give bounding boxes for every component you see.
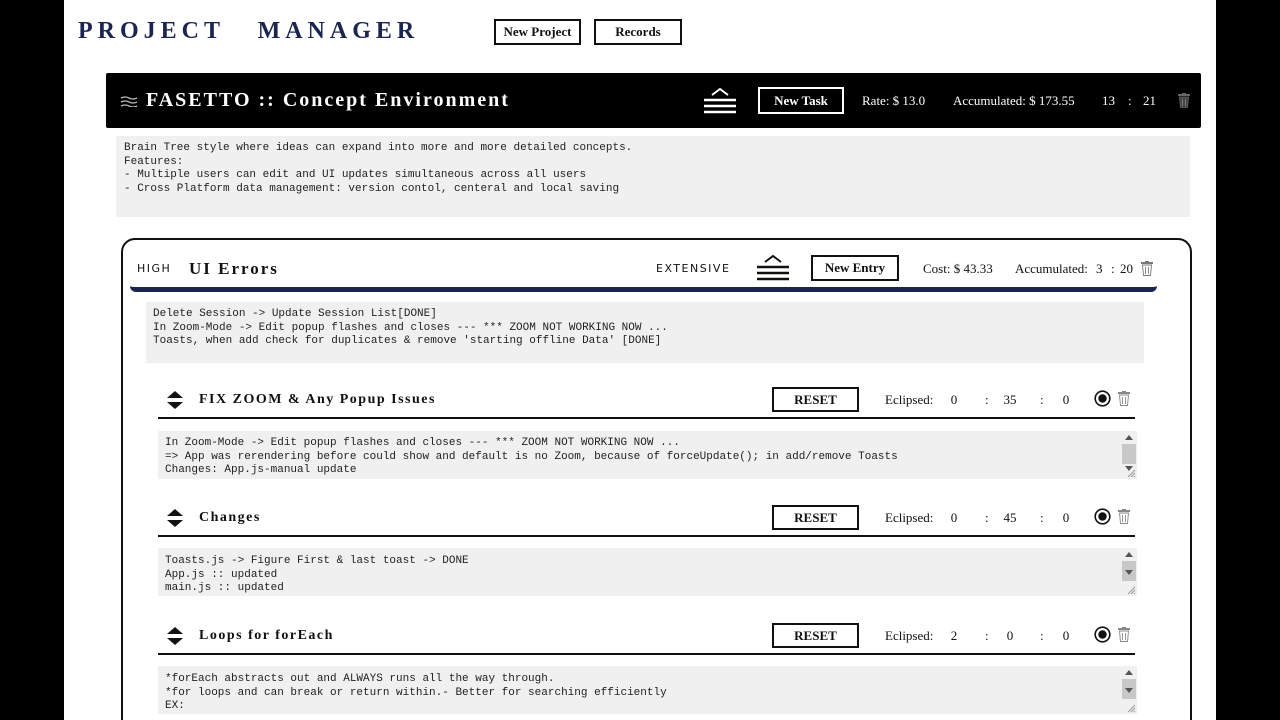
scroll-up-icon[interactable] [1125,434,1133,440]
elapsed-hours: 2 [950,628,958,643]
sort-arrows-icon[interactable] [166,626,184,646]
trash-icon[interactable] [1178,93,1190,108]
entry-notes[interactable]: *forEach abstracts out and ALWAYS runs a… [158,666,1121,714]
menu-lines-icon[interactable] [702,87,738,115]
trash-icon[interactable] [1118,509,1130,524]
new-entry-button[interactable]: New Entry [811,255,899,281]
elapsed-label: Eclipsed: [885,510,934,525]
project-rate: Rate: $ 13.0 [862,93,926,108]
project-minutes: 21 [1143,93,1156,108]
elapsed-minutes: 0 [1006,628,1014,643]
time-separator: : [985,628,989,643]
new-task-button[interactable]: New Task [758,87,844,114]
menu-lines-icon[interactable] [755,254,791,282]
trash-icon[interactable] [1118,391,1130,406]
sort-arrows-icon[interactable] [166,508,184,528]
entry-header: Changes RESET Eclipsed: 0 : 45 : 0 [158,501,1135,537]
reset-button[interactable]: RESET [772,505,859,530]
scroll-down-icon[interactable] [1125,570,1133,576]
entry-header: Loops for forEach RESET Eclipsed: 2 : 0 … [158,619,1135,655]
new-project-button[interactable]: New Project [494,19,581,45]
timer-toggle-icon[interactable] [1094,390,1111,407]
scroll-up-icon[interactable] [1125,551,1133,557]
elapsed-seconds: 0 [1062,392,1070,407]
section-time-separator: : [1111,261,1115,276]
reset-button[interactable]: RESET [772,387,859,412]
scroll-up-icon[interactable] [1125,669,1133,675]
scroll-thumb[interactable] [1122,444,1136,464]
timer-toggle-icon[interactable] [1094,626,1111,643]
time-separator: : [985,392,989,407]
entry-notes[interactable]: Toasts.js -> Figure First & last toast -… [158,548,1121,596]
project-hours: 13 [1102,93,1115,108]
reset-button[interactable]: RESET [772,623,859,648]
section-notes[interactable]: Delete Session -> Update Session List[DO… [146,302,1144,363]
elapsed-hours: 0 [950,392,958,407]
entry-header: FIX ZOOM & Any Popup Issues RESET Eclips… [158,383,1135,419]
entry-title: Loops for forEach [199,628,334,643]
entry-notes-wrapper: Toasts.js -> Figure First & last toast -… [158,548,1137,596]
section-title: UI Errors [189,259,279,278]
resize-grip-icon[interactable] [1127,469,1136,478]
elapsed-label: Eclipsed: [885,392,934,407]
trash-icon[interactable] [1118,627,1130,642]
project-accumulated: Accumulated: $ 173.55 [953,93,1075,108]
time-separator: : [1040,392,1044,407]
project-title: FASETTO :: Concept Environment [146,89,510,111]
project-header: FASETTO :: Concept Environment New Task … [106,73,1201,128]
entry-title: Changes [199,510,261,525]
time-separator: : [1040,628,1044,643]
trash-icon[interactable] [1141,261,1153,276]
section-cost: Cost: $ 43.33 [923,261,993,276]
sort-arrows-icon[interactable] [166,390,184,410]
section-hours: 3 [1096,261,1103,276]
resize-grip-icon[interactable] [1127,704,1136,713]
section-accumulated-label: Accumulated: [1015,261,1088,276]
entry-notes-wrapper: In Zoom-Mode -> Edit popup flashes and c… [158,431,1137,479]
elapsed-label: Eclipsed: [885,628,934,643]
priority-label: HIGH [137,262,172,275]
records-button[interactable]: Records [594,19,682,45]
elapsed-minutes: 35 [1003,392,1017,407]
effort-label: EXTENSIVE [656,262,731,275]
elapsed-seconds: 0 [1062,510,1070,525]
elapsed-minutes: 45 [1003,510,1017,525]
app-page: PROJECT MANAGER New Project Records FASE… [64,0,1216,720]
time-separator: : [985,510,989,525]
elapsed-hours: 0 [950,510,958,525]
entry-notes[interactable]: In Zoom-Mode -> Edit popup flashes and c… [158,431,1121,479]
wave-icon [120,96,138,107]
elapsed-seconds: 0 [1062,628,1070,643]
section-header: HIGH UI Errors EXTENSIVE New Entry Cost:… [130,252,1157,292]
time-separator: : [1040,510,1044,525]
scrollbar[interactable] [1121,548,1137,596]
scrollbar[interactable] [1121,666,1137,714]
entry-notes-wrapper: *forEach abstracts out and ALWAYS runs a… [158,666,1137,714]
app-title: PROJECT MANAGER [78,18,420,44]
scrollbar[interactable] [1121,431,1137,479]
section-minutes: 20 [1120,261,1133,276]
project-time-separator: : [1128,93,1132,108]
timer-toggle-icon[interactable] [1094,508,1111,525]
project-notes[interactable]: Brain Tree style where ideas can expand … [116,136,1190,217]
resize-grip-icon[interactable] [1127,586,1136,595]
entry-title: FIX ZOOM & Any Popup Issues [199,392,436,407]
scroll-down-icon[interactable] [1125,688,1133,694]
